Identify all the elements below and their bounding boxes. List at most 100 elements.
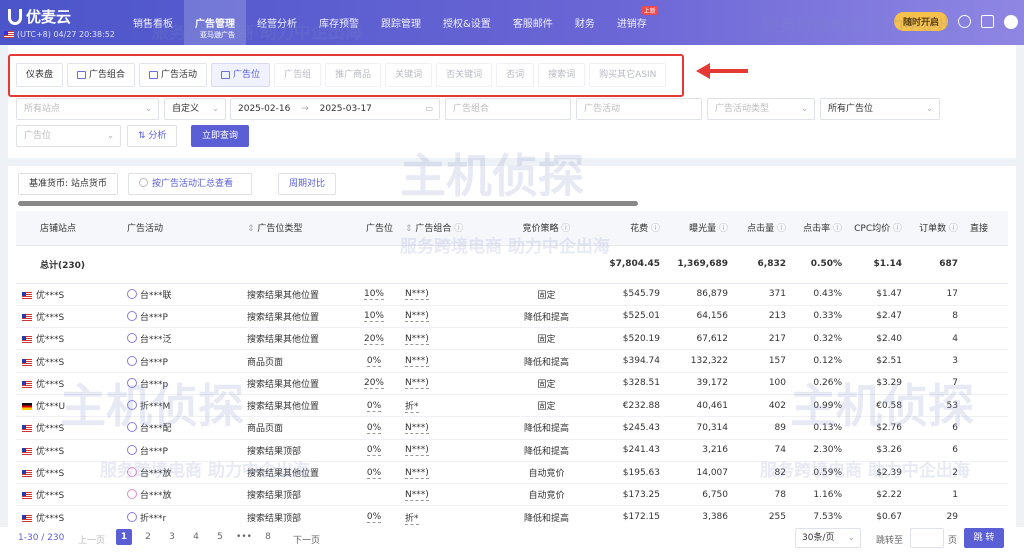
tab-keyword[interactable]: 关键词	[385, 63, 433, 87]
cell-placement[interactable]: 0%	[349, 394, 399, 418]
col-orders[interactable]: 订单数 ⓘ	[908, 211, 964, 246]
nav-service-mail[interactable]: 客服邮件	[502, 0, 564, 45]
cell-campaign[interactable]: 台***P	[121, 305, 241, 329]
tab-dashboard[interactable]: 仪表盘	[16, 63, 64, 87]
cell-campaign[interactable]: 折***M	[121, 394, 241, 418]
tab-negative-keyword[interactable]: 否关键词	[436, 63, 493, 87]
avatar[interactable]	[1004, 14, 1018, 29]
cell-ad-group[interactable]: N***)	[399, 327, 499, 351]
cell-placement[interactable]	[349, 483, 399, 507]
tab-campaign[interactable]: 广告活动	[139, 63, 208, 87]
cell-placement[interactable]: 10%	[349, 305, 399, 329]
cell-placement[interactable]: 20%	[349, 327, 399, 351]
col-campaign[interactable]: 广告活动	[121, 211, 241, 246]
site-select[interactable]: 所有站点 ⌄	[16, 98, 159, 120]
date-range-picker[interactable]: 2025-02-16 → 2025-03-17 ▭	[230, 98, 440, 120]
cell-campaign[interactable]: 台***放	[121, 483, 241, 507]
table-row[interactable]: 优***S 台***P 搜索结果顶部 0% N***) 降低和提高 $241.43 3,216…	[16, 439, 1008, 462]
nav-ad-management[interactable]: 广告管理 亚马逊广告	[184, 0, 246, 45]
cell-placement[interactable]: 0%	[349, 416, 399, 440]
cell-ad-group[interactable]: N***)	[399, 461, 499, 485]
nav-inventory-alert[interactable]: 库存预警	[308, 0, 370, 45]
nav-tracking[interactable]: 跟踪管理	[370, 0, 432, 45]
table-row[interactable]: 优***S 台***放 搜索结果顶部 N***) 自动竞价 $173.25 6,750 78 1…	[16, 483, 1008, 507]
page-button[interactable]: 2	[140, 529, 156, 545]
tab-ad-group[interactable]: 广告组	[274, 63, 322, 87]
campaign-type-select[interactable]: 广告活动类型 ⌄	[707, 98, 815, 120]
nav-sales-board[interactable]: 销售看板	[122, 0, 184, 45]
table-row[interactable]: 优***S 台***P 搜索结果其他位置 10% N***) 降低和提高 $525.01 64…	[16, 305, 1008, 329]
col-impressions[interactable]: 曝光量 ⓘ	[666, 211, 734, 246]
cell-campaign[interactable]: 台***泛	[121, 327, 241, 351]
cell-ad-group[interactable]: N***)	[399, 349, 499, 373]
page-button[interactable]: 3	[164, 529, 180, 545]
cell-campaign[interactable]: 台***配	[121, 416, 241, 440]
cell-placement[interactable]: 10%	[349, 283, 399, 306]
col-spend[interactable]: 花费 ⓘ	[594, 211, 666, 246]
date-mode-select[interactable]: 自定义 ⌄	[164, 98, 226, 120]
col-direct[interactable]: 直接	[964, 211, 1008, 246]
page-ellipsis[interactable]: •••	[236, 529, 252, 545]
prev-page-button[interactable]: 上一页	[78, 533, 105, 546]
tab-other-asin[interactable]: 购买其它ASIN	[589, 63, 667, 87]
placement-select[interactable]: 所有广告位 ⌄	[820, 98, 940, 120]
cell-placement[interactable]: 0%	[349, 439, 399, 462]
nav-auth-settings[interactable]: 授权&设置	[432, 0, 502, 45]
table-row[interactable]: 优***S 折***r 搜索结果顶部 0% 折* 降低和提高 $172.15 3,386 255…	[16, 505, 1008, 529]
cell-placement[interactable]: 0%	[349, 461, 399, 485]
table-row[interactable]: 优***S 台***配 商品页面 0% N***) 降低和提高 $245.43 70,314 8…	[16, 416, 1008, 440]
by-campaign-toggle[interactable]: 按广告活动汇总查看	[128, 173, 252, 195]
page-button[interactable]: 8	[260, 529, 276, 545]
col-bid-strategy[interactable]: 竞价策略 ⓘ	[499, 211, 594, 246]
tab-portfolio[interactable]: 广告组合	[67, 63, 136, 87]
tab-promoted-product[interactable]: 推广商品	[325, 63, 382, 87]
analyze-button[interactable]: ⇅ 分析	[127, 125, 178, 147]
horizontal-scrollbar[interactable]	[18, 201, 638, 206]
logo[interactable]: 优麦云	[8, 6, 71, 27]
period-compare-button[interactable]: 周期对比	[278, 173, 337, 195]
cell-ad-group[interactable]: N***)	[399, 283, 499, 306]
nav-finance[interactable]: 财务	[564, 0, 606, 45]
ad-group-select[interactable]: 广告组合	[445, 98, 571, 120]
tab-placement[interactable]: 广告位	[211, 63, 271, 87]
cell-campaign[interactable]: 台***P	[121, 439, 241, 462]
cell-ad-group[interactable]: 折*	[399, 505, 499, 529]
cell-campaign[interactable]: 台***P	[121, 349, 241, 373]
cell-campaign[interactable]: 台***p	[121, 372, 241, 395]
nav-business-analysis[interactable]: 经营分析	[246, 0, 308, 45]
cell-ad-group[interactable]: N***)	[399, 305, 499, 329]
table-row[interactable]: 优***S 台***联 搜索结果其他位置 10% N***) 固定 $545.79 86,87…	[16, 283, 1008, 306]
upgrade-button[interactable]: 随时开启	[893, 12, 948, 31]
cell-ad-group[interactable]: N***)	[399, 483, 499, 507]
cell-placement[interactable]: 0%	[349, 349, 399, 373]
help-icon[interactable]	[958, 15, 971, 28]
next-page-button[interactable]: 下一页	[293, 533, 320, 546]
table-row[interactable]: 优***S 台***放 搜索结果其他位置 0% N***) 自动竞价 $195.63 14,0…	[16, 461, 1008, 485]
col-cpc[interactable]: CPC均价 ⓘ	[848, 211, 908, 246]
cell-ad-group[interactable]: N***)	[399, 439, 499, 462]
campaign-select[interactable]: 广告活动	[576, 98, 702, 120]
query-button[interactable]: 立即查询	[191, 125, 250, 147]
page-size-select[interactable]: 30条/页 ⌄	[795, 528, 861, 548]
cell-campaign[interactable]: 折***r	[121, 505, 241, 529]
tab-negative-word[interactable]: 否词	[496, 63, 535, 87]
col-placement-type[interactable]: ⇕ 广告位类型	[241, 211, 349, 246]
cell-campaign[interactable]: 台***联	[121, 283, 241, 306]
nav-inventory[interactable]: 进销存 上新	[606, 0, 658, 45]
cell-ad-group[interactable]: 折*	[399, 394, 499, 418]
currency-button[interactable]: 基准货币: 站点货币	[18, 173, 118, 195]
table-row[interactable]: 优***S 台***泛 搜索结果其他位置 20% N***) 固定 $520.19 67,61…	[16, 327, 1008, 351]
table-row[interactable]: 优***U 折***M 搜索结果其他位置 0% 折* 固定 €232.88 40,461 402…	[16, 394, 1008, 418]
cell-campaign[interactable]: 台***放	[121, 461, 241, 485]
col-placement[interactable]: 广告位	[349, 211, 399, 246]
goto-button[interactable]: 跳 转	[964, 528, 1004, 548]
table-row[interactable]: 优***S 台***p 搜索结果其他位置 20% N***) 固定 $328.51 39,17…	[16, 372, 1008, 395]
col-ctr[interactable]: 点击率 ⓘ	[792, 211, 848, 246]
page-button[interactable]: 5	[212, 529, 228, 545]
cell-ad-group[interactable]: N***)	[399, 372, 499, 395]
placement-filter[interactable]: 广告位 ⌄	[16, 125, 121, 147]
goto-page-input[interactable]	[910, 528, 944, 548]
cell-ad-group[interactable]: N***)	[399, 416, 499, 440]
cell-placement[interactable]: 20%	[349, 372, 399, 395]
col-clicks[interactable]: 点击量 ⓘ	[734, 211, 792, 246]
